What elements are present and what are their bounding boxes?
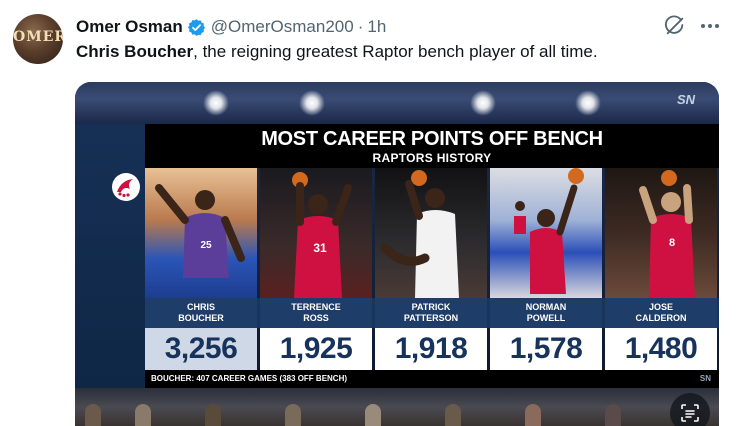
player-photo-boucher: 25	[145, 168, 257, 298]
more-icon[interactable]	[697, 16, 723, 36]
jersey-number: 25	[200, 240, 212, 251]
player-names-row: CHRIS BOUCHER TERRENCE ROSS PATRICK PATT…	[145, 298, 719, 328]
separator-dot: ·	[357, 17, 364, 36]
player-photo-ross: 31	[260, 168, 372, 298]
player-last-name: POWELL	[526, 313, 566, 323]
arena-light	[203, 90, 229, 116]
arena-background: SN	[75, 82, 719, 124]
player-last-name: ROSS	[303, 313, 329, 323]
crowd-figure	[605, 404, 621, 426]
player-first-name: PATRICK	[411, 302, 451, 312]
player-first-name: JOSE	[648, 302, 673, 312]
footer-network-tag: SN	[699, 374, 711, 383]
player-points: 1,918	[375, 328, 487, 370]
player-name-cell: CHRIS BOUCHER	[145, 298, 257, 328]
player-first-name: NORMAN	[525, 302, 567, 312]
graphic-subtitle: RAPTORS HISTORY	[372, 151, 492, 165]
arena-light	[575, 90, 601, 116]
crowd-figure	[525, 404, 541, 426]
player-photos: 25 31 8	[145, 168, 719, 298]
display-name[interactable]: Omer Osman	[76, 17, 183, 37]
crowd-figure	[135, 404, 151, 426]
footnote-text: BOUCHER: 407 CAREER GAMES (383 OFF BENCH…	[151, 374, 348, 383]
player-name-cell: PATRICK PATTERSON	[375, 298, 487, 328]
player-last-name: PATTERSON	[403, 313, 459, 323]
network-logo: SN	[676, 92, 695, 107]
crowd-background	[75, 388, 719, 426]
player-points-row: 3,256 1,925 1,918 1,578 1,480	[145, 328, 719, 370]
player-figure	[380, 170, 459, 298]
text-recognition-icon	[681, 404, 699, 422]
text-recognition-button[interactable]	[670, 393, 710, 426]
more-dot	[708, 24, 712, 28]
player-name-cell: TERRENCE ROSS	[260, 298, 372, 328]
player-photo-calderon: 8	[605, 168, 717, 298]
graphic-side-panel	[75, 124, 145, 388]
timestamp[interactable]: 1h	[367, 17, 386, 37]
player-points: 3,256	[145, 328, 257, 370]
player-name-cell: JOSE CALDERON	[605, 298, 717, 328]
player-first-name: TERRENCE	[291, 302, 341, 312]
avatar-text: OMER	[13, 29, 63, 45]
more-dot	[701, 24, 705, 28]
player-photo-patterson	[375, 168, 487, 298]
arena-light	[470, 90, 496, 116]
player-last-name: BOUCHER	[178, 313, 224, 323]
graphic-title-bar: MOST CAREER POINTS OFF BENCH RAPTORS HIS…	[145, 124, 719, 168]
crowd-figure	[205, 404, 221, 426]
verified-badge-icon[interactable]	[187, 18, 206, 37]
graphic-footnote: BOUCHER: 407 CAREER GAMES (383 OFF BENCH…	[145, 370, 719, 388]
handle[interactable]: @OmerOsman200	[211, 17, 354, 37]
tweet-text-rest: , the reigning greatest Raptor bench pla…	[193, 42, 598, 61]
player-points: 1,480	[605, 328, 717, 370]
player-name-cell: NORMAN POWELL	[490, 298, 602, 328]
player-figure: 25	[155, 184, 245, 278]
player-last-name: CALDERON	[635, 313, 687, 323]
avatar[interactable]: OMER	[13, 14, 63, 64]
player-figure: 31	[292, 172, 352, 298]
player-first-name: CHRIS	[186, 302, 215, 312]
graphic-title: MOST CAREER POINTS OFF BENCH	[261, 128, 603, 150]
crowd-figure	[285, 404, 301, 426]
mentioned-name: Chris Boucher	[76, 42, 194, 61]
crowd-figure	[445, 404, 461, 426]
tweet-header: Omer Osman @OmerOsman200 · 1h	[76, 16, 386, 38]
crowd-figure	[85, 404, 101, 426]
tweet-text: Chris Boucher, the reigning greatest Rap…	[76, 42, 598, 62]
more-dot	[715, 24, 719, 28]
arena-light	[299, 90, 325, 116]
grok-icon[interactable]	[664, 15, 686, 37]
jersey-number: 31	[313, 241, 327, 255]
crowd-figure	[365, 404, 381, 426]
player-photo-powell	[490, 168, 602, 298]
player-figure	[514, 168, 584, 294]
raptors-logo-icon	[112, 173, 140, 201]
player-figure: 8	[639, 170, 695, 298]
player-points: 1,925	[260, 328, 372, 370]
tweet-media-image[interactable]: SN MOST CAREER POINTS OFF BENCH RAPTORS …	[75, 82, 719, 426]
jersey-number: 8	[669, 237, 675, 249]
player-points: 1,578	[490, 328, 602, 370]
